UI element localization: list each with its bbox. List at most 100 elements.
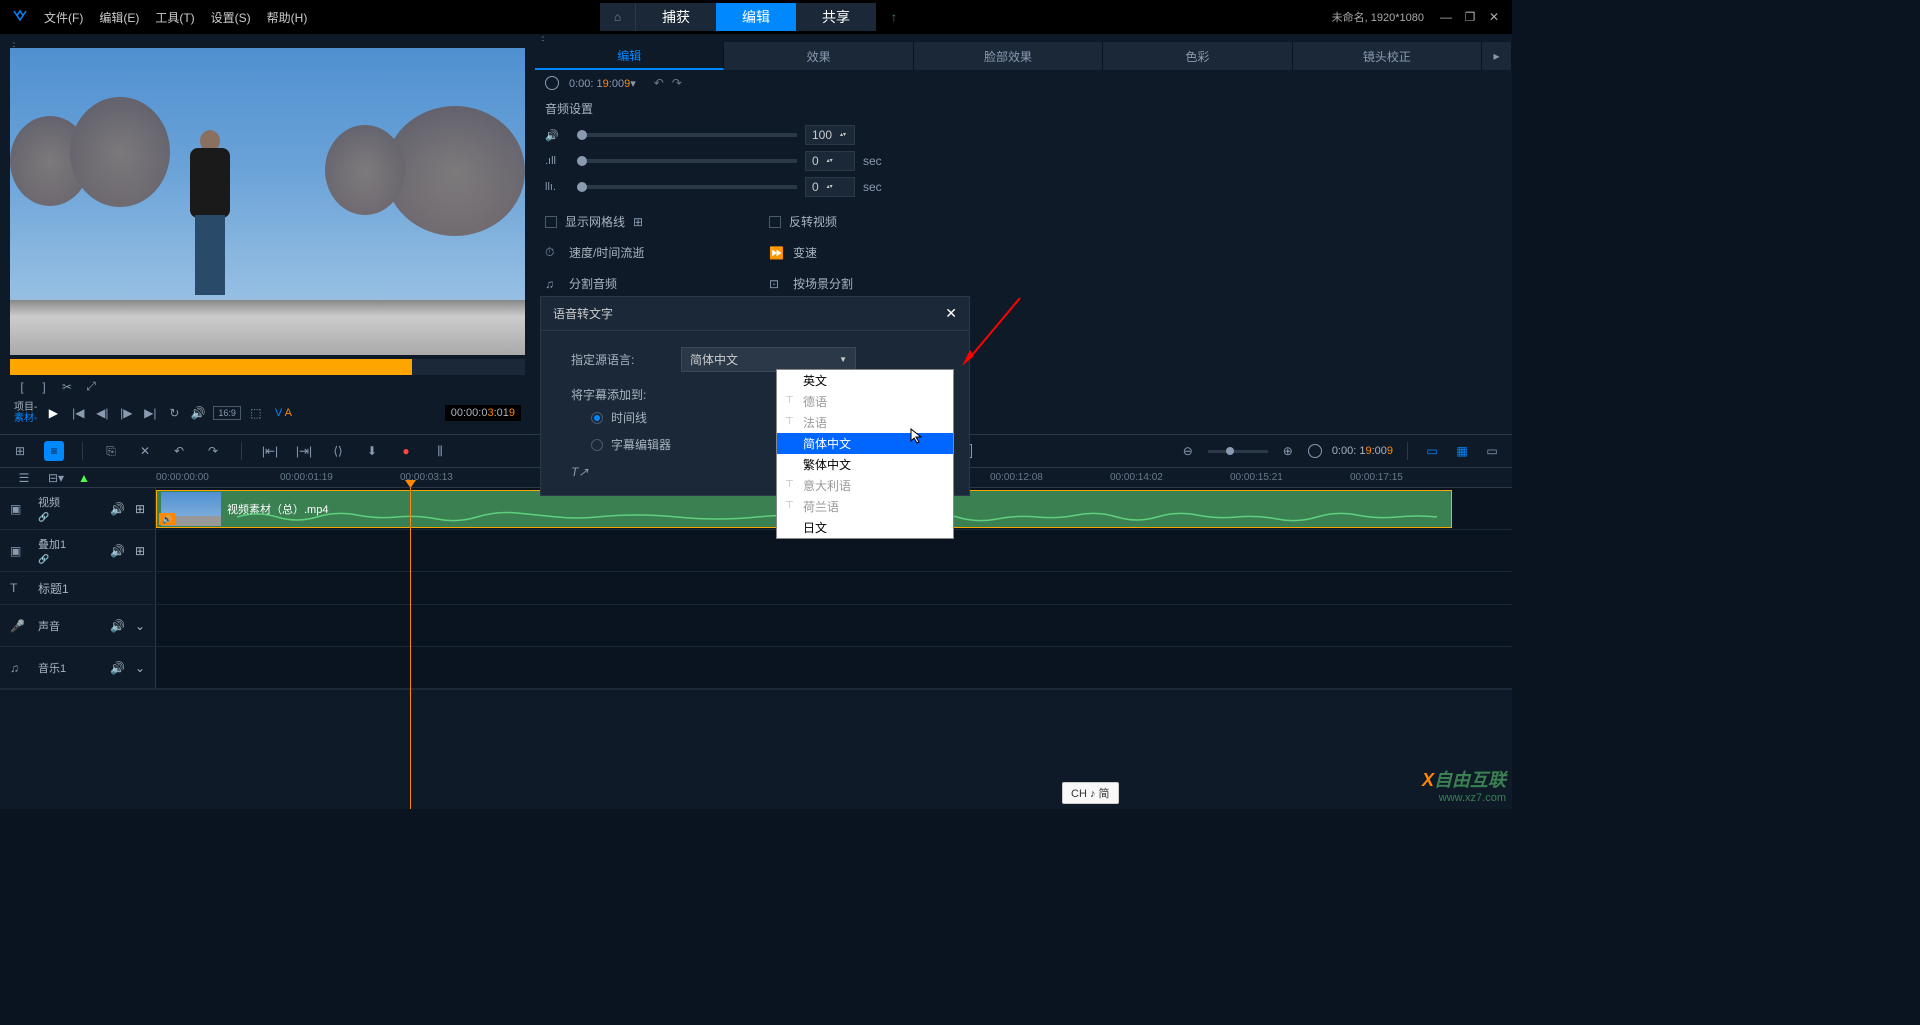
- menu-file[interactable]: 文件(F): [44, 9, 83, 26]
- text-tool-icon[interactable]: T↗: [571, 465, 588, 479]
- source-toggle[interactable]: 项目- 素材-: [14, 402, 37, 424]
- play-button[interactable]: ▶: [43, 403, 63, 423]
- ruler-play-icon[interactable]: ▲: [78, 471, 90, 485]
- menu-settings[interactable]: 设置(S): [211, 9, 251, 26]
- skip-end-button[interactable]: |⇥|: [294, 444, 314, 458]
- maximize-button[interactable]: ❐: [1460, 9, 1480, 25]
- fade-out-value[interactable]: 0▴▾: [805, 177, 855, 197]
- edit-tab-collapse[interactable]: ▸: [1482, 42, 1512, 70]
- track-mute-icon[interactable]: 🔊: [110, 544, 125, 558]
- dropdown-french[interactable]: 法语: [777, 412, 953, 433]
- aspect-ratio[interactable]: 16:9: [213, 406, 241, 420]
- close-button[interactable]: ✕: [1484, 9, 1504, 25]
- preview-viewport[interactable]: [10, 48, 525, 355]
- marker-button[interactable]: ⬇: [362, 444, 382, 458]
- option-speed-flow[interactable]: ⏱速度/时间流逝: [545, 244, 649, 261]
- fade-out-slider[interactable]: [577, 185, 797, 189]
- panel-grip[interactable]: ::::::::: [6, 40, 529, 48]
- mixer-button[interactable]: ⫼: [430, 444, 450, 459]
- list-button[interactable]: ☰: [14, 471, 34, 485]
- menu-edit[interactable]: 编辑(E): [99, 9, 139, 26]
- skip-start-button[interactable]: |⇤|: [260, 444, 280, 458]
- mark-out-button[interactable]: ]: [36, 380, 52, 394]
- tracks-empty-area[interactable]: [0, 689, 1512, 809]
- track-collapse-icon[interactable]: ⌄: [135, 661, 145, 675]
- record-button[interactable]: ●: [396, 444, 416, 458]
- fade-in-value[interactable]: 0▴▾: [805, 151, 855, 171]
- edit-tab-lens[interactable]: 镜头校正: [1293, 42, 1482, 70]
- track-mute-icon[interactable]: 🔊: [110, 661, 125, 675]
- step-back-button[interactable]: ◀|: [93, 406, 111, 420]
- resize-button[interactable]: ⬚: [247, 406, 265, 420]
- minimize-button[interactable]: —: [1436, 9, 1456, 25]
- tools-button[interactable]: ✕: [135, 444, 155, 458]
- duplicate-button[interactable]: ⎘: [101, 444, 121, 459]
- volume-slider[interactable]: [577, 133, 797, 137]
- zoom-slider[interactable]: [1208, 450, 1268, 453]
- dropdown-traditional-chinese[interactable]: 繁体中文: [777, 454, 953, 475]
- edit-tab-edit[interactable]: 编辑: [535, 42, 724, 70]
- edit-tab-color[interactable]: 色彩: [1103, 42, 1292, 70]
- zoom-out-button[interactable]: ⊖: [1178, 444, 1198, 458]
- track-mute-icon[interactable]: 🔊: [110, 502, 125, 516]
- dropdown-japanese[interactable]: 日文: [777, 517, 953, 538]
- cut-button[interactable]: ✂: [58, 380, 76, 394]
- fit-button[interactable]: ▭: [1422, 444, 1442, 458]
- storyboard-view-button[interactable]: ⊞: [10, 444, 30, 458]
- watermark: X自由互联 www.xz7.com: [1422, 766, 1506, 804]
- track-lock-icon[interactable]: ⊞: [135, 502, 145, 516]
- next-frame-button[interactable]: ▶|: [141, 406, 159, 420]
- undo-button[interactable]: ↶: [654, 76, 664, 90]
- dropdown-english[interactable]: 英文: [777, 370, 953, 391]
- fade-in-slider[interactable]: [577, 159, 797, 163]
- option-show-grid[interactable]: 显示网格线⊞: [545, 213, 649, 230]
- panel-grip[interactable]: ::::::::: [535, 34, 1512, 42]
- timeline-view-button[interactable]: ≡: [44, 441, 64, 461]
- preview-scrubber[interactable]: [10, 359, 525, 375]
- track-list-button[interactable]: ⊟▾: [46, 471, 66, 485]
- redo-tl-button[interactable]: ↷: [203, 444, 223, 458]
- edit-tab-face[interactable]: 脸部效果: [914, 42, 1103, 70]
- tab-share[interactable]: 共享: [796, 3, 876, 31]
- track-title-content[interactable]: [156, 572, 1512, 604]
- dialog-close-button[interactable]: ✕: [945, 305, 957, 322]
- option-speed-change[interactable]: ⏩变速: [769, 244, 853, 261]
- track-voice-content[interactable]: [156, 605, 1512, 646]
- prev-frame-button[interactable]: |◀: [69, 406, 87, 420]
- option-split-audio[interactable]: ♫分割音频: [545, 275, 649, 292]
- dropdown-simplified-chinese[interactable]: 简体中文: [777, 433, 953, 454]
- undo-tl-button[interactable]: ↶: [169, 444, 189, 458]
- trim-button[interactable]: ⟨⟩: [328, 444, 348, 458]
- track-collapse-icon[interactable]: ⌄: [135, 619, 145, 633]
- zoom-in-button[interactable]: ⊕: [1278, 444, 1298, 458]
- dropdown-german[interactable]: 德语: [777, 391, 953, 412]
- app-logo: [8, 5, 32, 29]
- tab-capture[interactable]: 捕获: [636, 3, 716, 31]
- menu-tools[interactable]: 工具(T): [155, 9, 194, 26]
- track-label: 音乐1: [38, 660, 66, 676]
- va-toggle[interactable]: V A: [275, 407, 292, 419]
- mark-in-button[interactable]: [: [14, 380, 30, 394]
- option-split-scene[interactable]: ⊡按场景分割: [769, 275, 853, 292]
- volume-button[interactable]: 🔊: [189, 406, 207, 420]
- loop-button[interactable]: ↻: [165, 406, 183, 420]
- step-fwd-button[interactable]: |▶: [117, 406, 135, 420]
- track-mute-icon[interactable]: 🔊: [110, 619, 125, 633]
- dropdown-dutch[interactable]: 荷兰语: [777, 496, 953, 517]
- redo-button[interactable]: ↷: [672, 76, 682, 90]
- dropdown-italian[interactable]: 意大利语: [777, 475, 953, 496]
- settings-tl-button[interactable]: ▭: [1482, 444, 1502, 458]
- menu-help[interactable]: 帮助(H): [267, 9, 308, 26]
- track-label: 叠加1: [38, 536, 66, 552]
- edit-tab-effects[interactable]: 效果: [724, 42, 913, 70]
- layout-button[interactable]: ▦: [1452, 444, 1472, 458]
- home-button[interactable]: ⌂: [600, 3, 636, 31]
- upload-icon[interactable]: ↑: [876, 3, 912, 31]
- track-lock-icon[interactable]: ⊞: [135, 544, 145, 558]
- volume-value[interactable]: 100▴▾: [805, 125, 855, 145]
- playhead[interactable]: [410, 488, 411, 809]
- track-music-content[interactable]: [156, 647, 1512, 688]
- option-reverse[interactable]: 反转视频: [769, 213, 853, 230]
- expand-button[interactable]: ⤢: [82, 379, 100, 394]
- tab-edit[interactable]: 编辑: [716, 3, 796, 31]
